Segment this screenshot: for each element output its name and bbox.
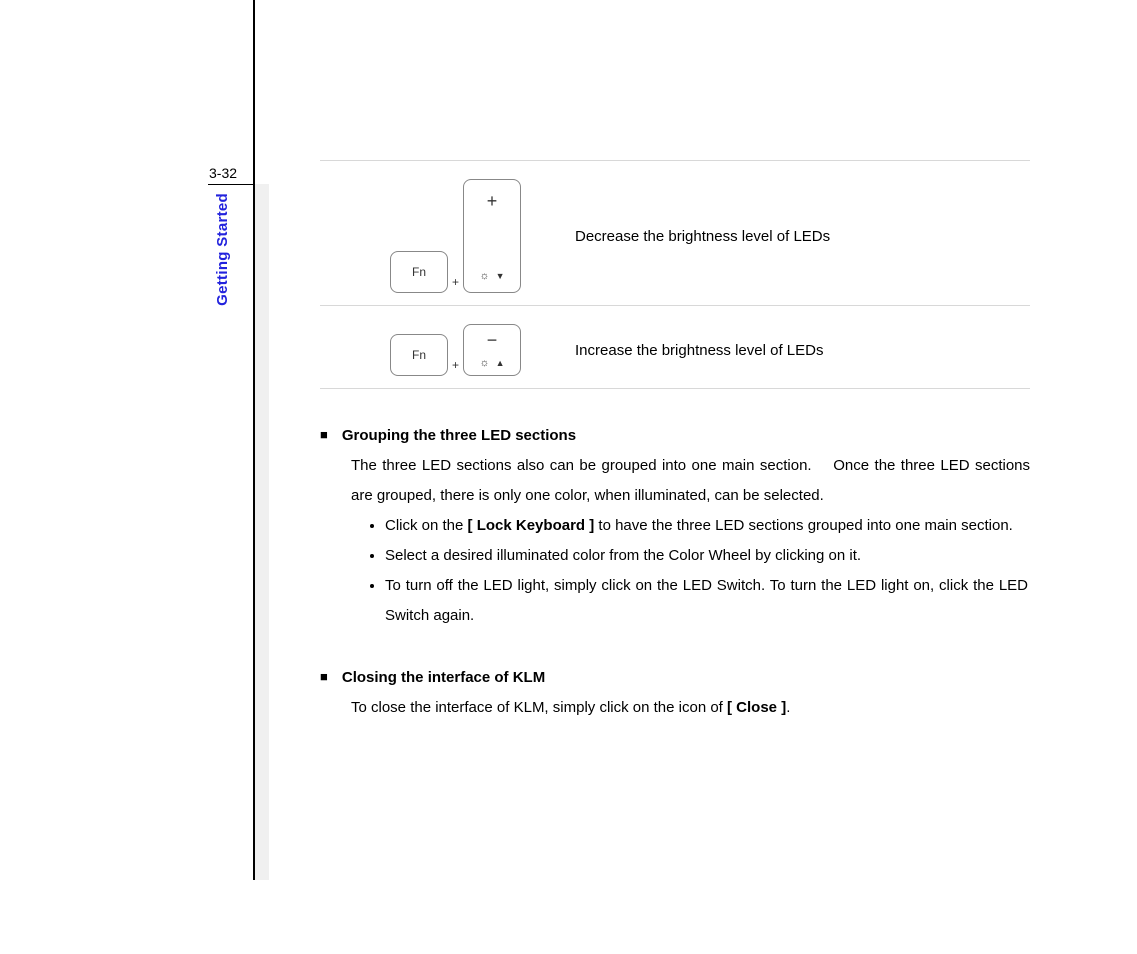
hotkey-row-decrease: Fn + + ☼ ▼ Decrease the brightness level…	[320, 161, 1030, 305]
brightness-icon: ☼	[480, 271, 490, 282]
brightness-down-key: + ☼ ▼	[463, 179, 521, 293]
document-page: 3-32 Getting Started Fn + + ☼ ▼ Decrease…	[0, 0, 1137, 954]
closing-text: To close the interface of KLM, simply cl…	[351, 693, 1030, 723]
key-bottom-glyphs: ☼ ▼	[480, 271, 505, 282]
bullet-post: to have the three LED sections grouped i…	[594, 517, 1013, 534]
key-top-symbol: −	[487, 331, 498, 349]
key-combo: Fn + − ☼ ▲	[390, 324, 575, 376]
closing-pre: To close the interface of KLM, simply cl…	[351, 699, 727, 716]
content-column: Fn + + ☼ ▼ Decrease the brightness level…	[320, 160, 1030, 723]
hotkey-row-increase: Fn + − ☼ ▲ Increase the brightness level…	[320, 306, 1030, 388]
fn-key: Fn	[390, 251, 448, 293]
brightness-icon: ☼	[480, 358, 490, 369]
bullet-bold: [ Lock Keyboard ]	[468, 517, 595, 534]
section-title: Grouping the three LED sections	[342, 421, 576, 451]
brightness-up-key: − ☼ ▲	[463, 324, 521, 376]
bullet-pre: Select a desired illuminated color from …	[385, 547, 861, 564]
closing-bold: [ Close ]	[727, 699, 786, 716]
list-item: To turn off the LED light, simply click …	[385, 571, 1030, 631]
hotkey-description: Decrease the brightness level of LEDs	[575, 228, 830, 245]
bullet-square-icon: ■	[320, 421, 328, 450]
arrow-up-icon: ▲	[496, 359, 505, 368]
intro-text-a: The three LED sections also can be group…	[351, 457, 812, 474]
section-heading: ■ Closing the interface of KLM	[320, 663, 1030, 693]
bullet-pre: To turn off the LED light, simply click …	[385, 577, 765, 594]
list-item: Select a desired illuminated color from …	[385, 541, 1030, 571]
plus-sign: +	[452, 275, 459, 289]
closing-section: ■ Closing the interface of KLM To close …	[320, 663, 1030, 723]
page-number: 3-32	[209, 165, 237, 181]
section-title: Closing the interface of KLM	[342, 663, 545, 693]
plus-sign: +	[452, 358, 459, 372]
bullet-square-icon: ■	[320, 663, 328, 692]
divider	[320, 388, 1030, 389]
arrow-down-icon: ▼	[496, 272, 505, 281]
closing-post: .	[786, 699, 790, 716]
margin-shade	[255, 184, 269, 880]
fn-key: Fn	[390, 334, 448, 376]
list-item: Click on the [ Lock Keyboard ] to have t…	[385, 511, 1030, 541]
key-bottom-glyphs: ☼ ▲	[480, 358, 505, 369]
section-tab: Getting Started	[214, 193, 231, 306]
section-intro: The three LED sections also can be group…	[351, 451, 1030, 511]
section-heading: ■ Grouping the three LED sections	[320, 421, 1030, 451]
bullet-list: Click on the [ Lock Keyboard ] to have t…	[351, 511, 1030, 631]
hotkey-description: Increase the brightness level of LEDs	[575, 342, 823, 359]
fn-key-label: Fn	[412, 348, 426, 362]
page-number-rule	[208, 184, 253, 185]
key-top-symbol: +	[487, 192, 498, 210]
key-combo: Fn + + ☼ ▼	[390, 179, 575, 293]
bullet-pre: Click on the	[385, 517, 468, 534]
grouping-section: ■ Grouping the three LED sections The th…	[320, 421, 1030, 631]
fn-key-label: Fn	[412, 265, 426, 279]
